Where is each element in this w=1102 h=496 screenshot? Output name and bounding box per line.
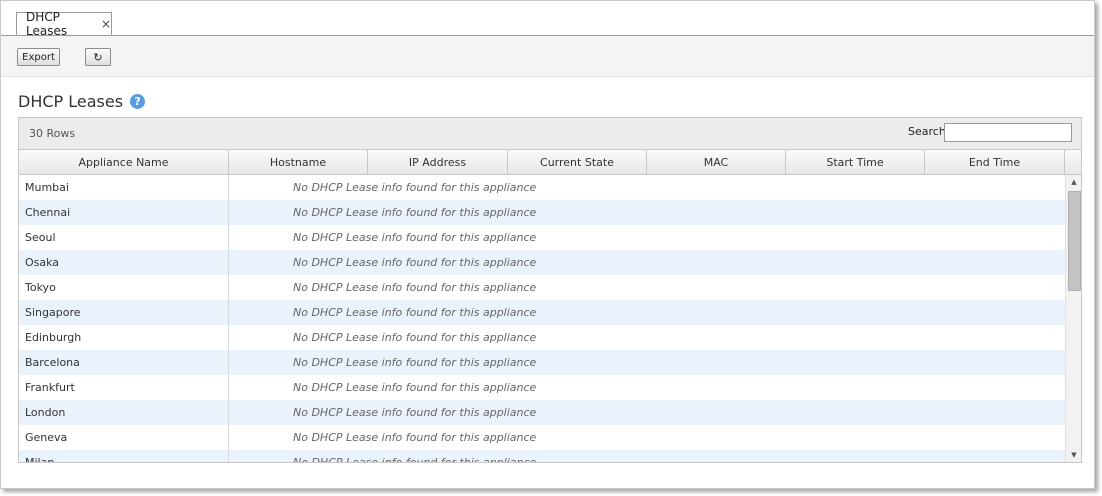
- no-lease-message: No DHCP Lease info found for this applia…: [293, 406, 537, 419]
- column-divider: [228, 375, 229, 400]
- vertical-scrollbar[interactable]: ▲ ▼: [1065, 175, 1081, 462]
- grid-body: Mumbai No DHCP Lease info found for this…: [19, 175, 1065, 462]
- column-divider: [228, 450, 229, 462]
- appliance-name-cell: Edinburgh: [25, 331, 82, 344]
- no-lease-message: No DHCP Lease info found for this applia…: [293, 381, 537, 394]
- search-input[interactable]: [944, 123, 1072, 142]
- no-lease-message: No DHCP Lease info found for this applia…: [293, 356, 537, 369]
- no-lease-message: No DHCP Lease info found for this applia…: [293, 231, 537, 244]
- no-lease-message: No DHCP Lease info found for this applia…: [293, 306, 537, 319]
- table-row[interactable]: London No DHCP Lease info found for this…: [19, 400, 1065, 425]
- column-header-current-state[interactable]: Current State: [508, 150, 647, 174]
- no-lease-message: No DHCP Lease info found for this applia…: [293, 206, 537, 219]
- table-row[interactable]: Edinburgh No DHCP Lease info found for t…: [19, 325, 1065, 350]
- table-row[interactable]: Seoul No DHCP Lease info found for this …: [19, 225, 1065, 250]
- table-row[interactable]: Milan No DHCP Lease info found for this …: [19, 450, 1065, 462]
- grid-toolbar: 30 Rows Search: [19, 118, 1081, 150]
- column-divider: [228, 350, 229, 375]
- column-divider: [228, 225, 229, 250]
- scroll-down-arrow-icon[interactable]: ▼: [1066, 448, 1081, 462]
- table-row[interactable]: Osaka No DHCP Lease info found for this …: [19, 250, 1065, 275]
- no-lease-message: No DHCP Lease info found for this applia…: [293, 281, 537, 294]
- tab-strip: DHCP Leases ×: [1, 1, 1094, 38]
- column-divider: [228, 425, 229, 450]
- help-icon[interactable]: ?: [130, 93, 146, 109]
- no-lease-message: No DHCP Lease info found for this applia…: [293, 331, 537, 344]
- page-title-text: DHCP Leases: [18, 91, 124, 111]
- table-row[interactable]: Frankfurt No DHCP Lease info found for t…: [19, 375, 1065, 400]
- table-row[interactable]: Geneva No DHCP Lease info found for this…: [19, 425, 1065, 450]
- column-divider: [228, 275, 229, 300]
- appliance-name-cell: Barcelona: [25, 356, 80, 369]
- row-count: 30 Rows: [29, 127, 76, 140]
- dhcp-leases-window: DHCP Leases × Export ↻ DHCP Leases ? 30 …: [0, 0, 1095, 489]
- table-row[interactable]: Chennai No DHCP Lease info found for thi…: [19, 200, 1065, 225]
- scroll-thumb[interactable]: [1068, 191, 1081, 291]
- page-title: DHCP Leases ?: [18, 90, 146, 112]
- appliance-name-cell: Mumbai: [25, 181, 69, 194]
- no-lease-message: No DHCP Lease info found for this applia…: [293, 450, 536, 462]
- table-row[interactable]: Tokyo No DHCP Lease info found for this …: [19, 275, 1065, 300]
- column-divider: [228, 400, 229, 425]
- tab-label: DHCP Leases: [26, 10, 68, 38]
- toolbar: Export ↻: [1, 36, 1094, 77]
- appliance-name-cell: Milan: [25, 450, 54, 462]
- column-divider: [228, 325, 229, 350]
- column-divider: [228, 200, 229, 225]
- table-row[interactable]: Mumbai No DHCP Lease info found for this…: [19, 175, 1065, 200]
- table-row[interactable]: Singapore No DHCP Lease info found for t…: [19, 300, 1065, 325]
- column-divider: [228, 175, 229, 200]
- appliance-name-cell: Tokyo: [25, 281, 56, 294]
- export-button[interactable]: Export: [17, 48, 60, 66]
- appliance-name-cell: Chennai: [25, 206, 71, 219]
- column-header-start-time[interactable]: Start Time: [786, 150, 925, 174]
- column-header-row: Appliance Name Hostname IP Address Curre…: [19, 150, 1081, 175]
- column-header-hostname[interactable]: Hostname: [229, 150, 368, 174]
- no-lease-message: No DHCP Lease info found for this applia…: [293, 256, 537, 269]
- scroll-up-arrow-icon[interactable]: ▲: [1066, 175, 1081, 189]
- no-lease-message: No DHCP Lease info found for this applia…: [293, 431, 537, 444]
- column-divider: [228, 250, 229, 275]
- refresh-icon: ↻: [93, 50, 103, 64]
- column-header-ip-address[interactable]: IP Address: [368, 150, 508, 174]
- leases-grid: 30 Rows Search Appliance Name Hostname I…: [18, 117, 1082, 463]
- appliance-name-cell: London: [25, 406, 66, 419]
- refresh-button[interactable]: ↻: [85, 48, 111, 66]
- column-header-mac[interactable]: MAC: [647, 150, 786, 174]
- column-header-appliance-name[interactable]: Appliance Name: [19, 150, 229, 174]
- appliance-name-cell: Osaka: [25, 256, 60, 269]
- appliance-name-cell: Geneva: [25, 431, 68, 444]
- search-label: Search: [908, 125, 946, 138]
- close-icon[interactable]: ×: [101, 17, 111, 31]
- appliance-name-cell: Frankfurt: [25, 381, 75, 394]
- column-header-end-time[interactable]: End Time: [925, 150, 1065, 174]
- column-divider: [228, 300, 229, 325]
- table-row[interactable]: Barcelona No DHCP Lease info found for t…: [19, 350, 1065, 375]
- tab-dhcp-leases[interactable]: DHCP Leases ×: [16, 10, 112, 38]
- appliance-name-cell: Seoul: [25, 231, 56, 244]
- no-lease-message: No DHCP Lease info found for this applia…: [293, 181, 537, 194]
- appliance-name-cell: Singapore: [25, 306, 81, 319]
